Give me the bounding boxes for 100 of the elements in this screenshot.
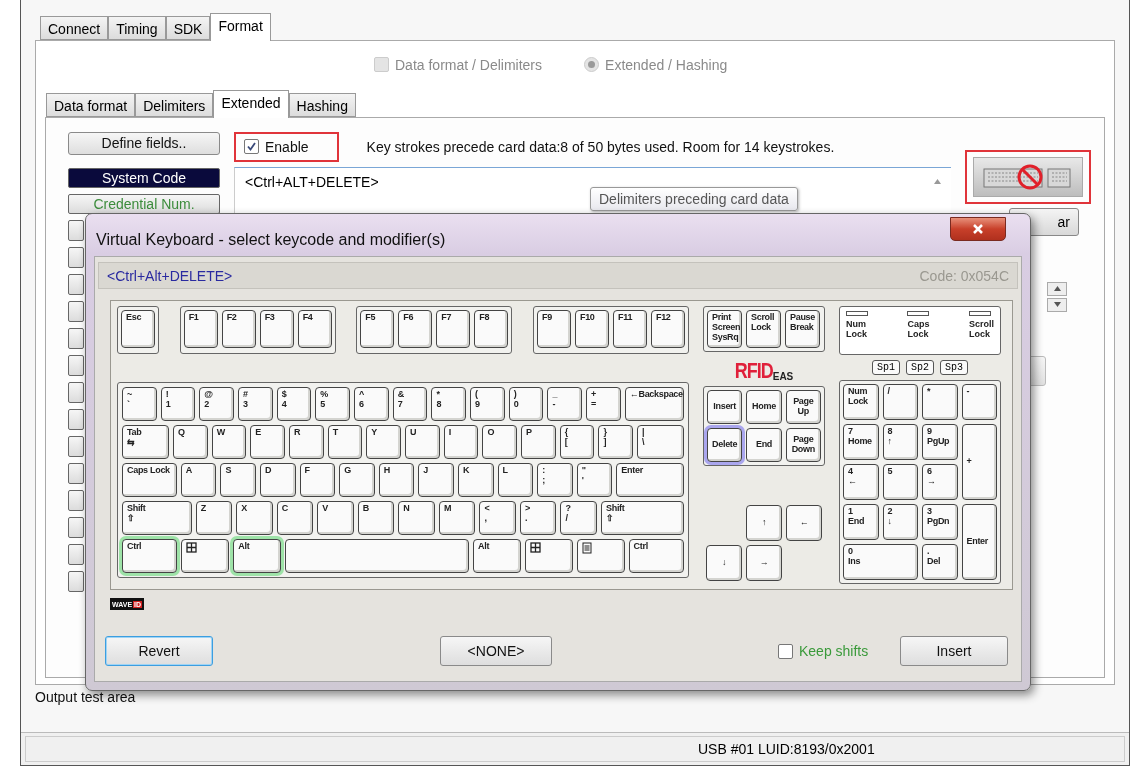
field-button[interactable] [68, 543, 84, 565]
keyboard-key[interactable]: Q [173, 425, 208, 459]
tab[interactable]: Format [210, 12, 271, 41]
keyboard-key[interactable]: F [299, 463, 336, 497]
keyboard-key[interactable]: * 8 [431, 387, 467, 421]
keyboard-key[interactable]: P [521, 425, 556, 459]
keyboard-key[interactable]: Tab ⇆ [122, 425, 169, 459]
checkbox[interactable] [778, 643, 793, 659]
special-key[interactable]: Sp2 [906, 360, 934, 375]
keyboard-key[interactable]: # 3 [238, 387, 273, 421]
keyboard-key[interactable]: ? / [560, 501, 597, 535]
keyboard-key[interactable]: F12 [650, 310, 685, 348]
keyboard-key[interactable]: 7 Home [843, 424, 879, 460]
keyboard-key[interactable]: F6 [398, 310, 433, 348]
tab[interactable]: Data format [46, 92, 136, 117]
keyboard-key[interactable]: D [260, 463, 296, 497]
keyboard-key[interactable]: → [746, 545, 782, 581]
keyboard-key[interactable]: K [457, 463, 494, 497]
keyboard-key[interactable]: 8 ↑ [882, 424, 918, 460]
keyboard-key[interactable]: ^ 6 [354, 387, 389, 421]
keyboard-key[interactable]: + = [586, 387, 621, 421]
keyboard-key[interactable]: Y [366, 425, 402, 459]
keyboard-key[interactable]: F2 [221, 310, 256, 348]
keyboard-key[interactable]: N [398, 501, 435, 535]
keyboard-key[interactable]: | \ [637, 425, 685, 459]
keyboard-key[interactable]: F4 [297, 310, 332, 348]
field-button[interactable] [68, 489, 84, 511]
keyboard-key[interactable]: Pause Break [785, 310, 820, 348]
keyboard-key[interactable]: 0 Ins [843, 544, 918, 580]
keyboard-key[interactable]: ↑ [746, 505, 782, 541]
keyboard-key[interactable]: Num Lock [843, 384, 879, 420]
keyboard-key[interactable]: V [317, 501, 354, 535]
keyboard-key[interactable]: 4 ← [843, 464, 879, 500]
keyboard-key[interactable]: / [882, 384, 918, 420]
field-button[interactable]: System Code [68, 167, 220, 188]
keyboard-key[interactable]: @ 2 [199, 387, 234, 421]
keyboard-key[interactable]: 3 PgDn [922, 504, 958, 540]
dialog-button[interactable]: <NONE> [440, 636, 552, 666]
keyboard-key[interactable]: Alt [473, 539, 521, 573]
field-button[interactable] [68, 570, 84, 592]
keyboard-key[interactable]: Delete [707, 428, 743, 462]
keyboard-key[interactable]: R [289, 425, 324, 459]
tab[interactable]: Connect [40, 15, 109, 40]
tab[interactable]: Delimiters [135, 92, 214, 117]
keyboard-key[interactable]: Alt [233, 539, 282, 573]
keyboard-key[interactable]: Page Up [785, 390, 821, 424]
field-button[interactable] [68, 246, 84, 268]
keyboard-key[interactable]: 6 → [922, 464, 958, 500]
keyboard-key[interactable]: 1 End [843, 504, 879, 540]
keyboard-key[interactable]: ( 9 [470, 387, 505, 421]
tab[interactable]: Timing [108, 15, 166, 40]
keyboard-key[interactable]: W [211, 425, 247, 459]
keyboard-key[interactable]: & 7 [392, 387, 428, 421]
keyboard-key[interactable]: F10 [574, 310, 609, 348]
keyboard-key[interactable]: { [ [559, 425, 595, 459]
keyboard-key[interactable]: $ 4 [276, 387, 312, 421]
keyboard-key[interactable]: H [378, 463, 415, 497]
field-button[interactable] [68, 300, 84, 322]
keyboard-key[interactable]: T [327, 425, 363, 459]
field-button[interactable] [68, 516, 84, 538]
tab[interactable]: SDK [165, 15, 211, 40]
keyboard-key[interactable]: ↓ [706, 545, 742, 581]
keyboard-key[interactable]: ←Backspace [624, 387, 685, 421]
keyboard-key[interactable]: M [438, 501, 476, 535]
keyboard-button[interactable] [973, 156, 1083, 197]
keyboard-key[interactable]: Esc [121, 310, 155, 348]
keyboard-key[interactable]: A [180, 463, 217, 497]
define-fields-button[interactable]: Define fields.. [68, 131, 220, 155]
field-button[interactable] [68, 462, 84, 484]
keyboard-key[interactable]: Ctrl [122, 539, 178, 573]
keyboard-key[interactable]: F9 [536, 310, 571, 348]
keyboard-key[interactable]: C [276, 501, 314, 535]
keyboard-key[interactable]: F11 [612, 310, 647, 348]
keyboard-key[interactable]: G [339, 463, 375, 497]
keyboard-key[interactable] [181, 539, 230, 573]
keyboard-key[interactable]: + [961, 424, 997, 500]
keyboard-key[interactable]: Shift ⇧ [122, 501, 192, 535]
keyboard-key[interactable]: Page Down [785, 428, 821, 462]
keyboard-key[interactable]: ) 0 [508, 387, 544, 421]
keyboard-key[interactable]: Enter [961, 504, 997, 580]
keyboard-key[interactable]: _ - [547, 387, 583, 421]
keyboard-key[interactable]: L [497, 463, 534, 497]
field-button[interactable] [68, 327, 84, 349]
keyboard-key[interactable] [285, 539, 470, 573]
keycode-field[interactable]: <Ctrl+Alt+DELETE> Code: 0x054C [98, 262, 1018, 289]
field-button[interactable] [68, 408, 84, 430]
spinner-control[interactable] [1047, 281, 1067, 312]
keyboard-key[interactable]: F5 [360, 310, 395, 348]
keyboard-key[interactable]: S [220, 463, 256, 497]
field-button[interactable] [68, 219, 84, 241]
keyboard-key[interactable] [576, 539, 625, 573]
keyboard-key[interactable]: Shift ⇧ [601, 501, 684, 535]
keyboard-key[interactable]: : ; [537, 463, 573, 497]
keyboard-key[interactable]: ! 1 [160, 387, 196, 421]
keyboard-key[interactable]: F3 [259, 310, 294, 348]
field-button[interactable] [68, 381, 84, 403]
keyboard-key[interactable]: J [418, 463, 454, 497]
keyboard-key[interactable]: } ] [598, 425, 634, 459]
keyboard-key[interactable]: 5 [882, 464, 918, 500]
field-button[interactable]: Credential Num. [68, 193, 220, 214]
